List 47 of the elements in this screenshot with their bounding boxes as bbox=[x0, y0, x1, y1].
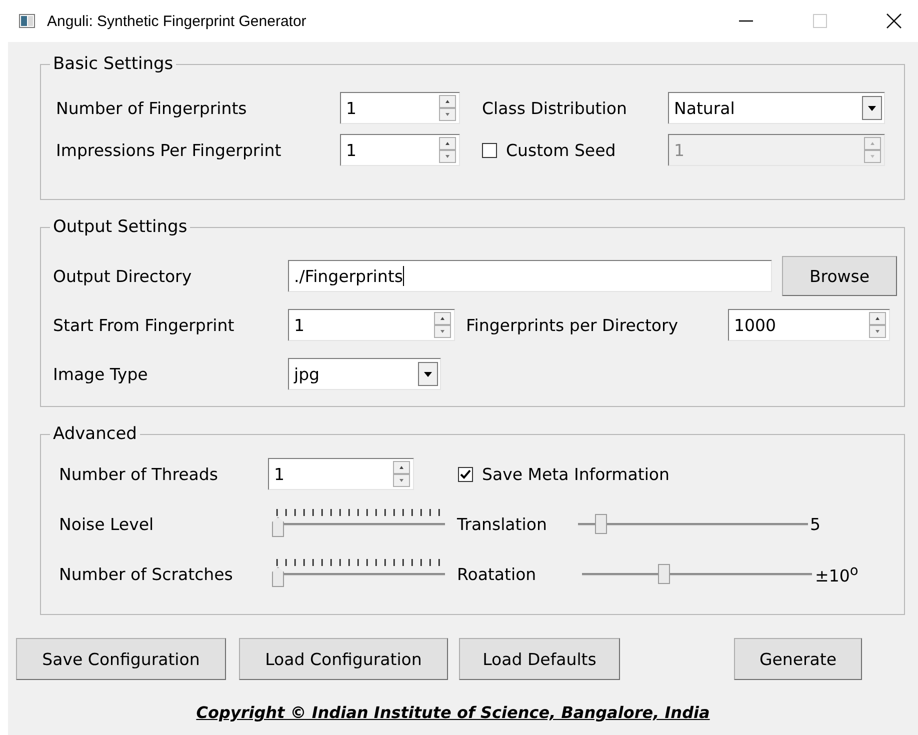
field-label: Fingerprints per Directory bbox=[466, 316, 680, 334]
window-title: Anguli: Synthetic Fingerprint Generator bbox=[47, 12, 306, 30]
checkbox-label[interactable]: Custom Seed bbox=[506, 140, 616, 160]
spin-box[interactable]: 1 bbox=[340, 92, 460, 124]
action-button[interactable]: Load Configuration bbox=[239, 638, 448, 680]
checkbox[interactable] bbox=[482, 142, 497, 158]
field-label: Roatation bbox=[457, 564, 538, 584]
slider-thumb[interactable] bbox=[272, 517, 284, 537]
field-label: Number of Fingerprints bbox=[56, 98, 248, 118]
spin-arrows-icon[interactable] bbox=[869, 312, 886, 338]
field-label: Number of Scratches bbox=[59, 564, 234, 584]
group-title: Basic Settings bbox=[52, 54, 174, 74]
slider-thumb[interactable] bbox=[595, 514, 608, 534]
field-label: Start From Fingerprint bbox=[53, 316, 236, 334]
browse-button[interactable]: Browse bbox=[782, 256, 897, 296]
action-button[interactable]: Generate bbox=[734, 638, 862, 680]
dropdown[interactable]: Natural bbox=[668, 92, 885, 124]
copyright-link[interactable]: Copyright © Indian Institute of Science, Bangalore, India bbox=[196, 703, 710, 722]
spin-arrows-icon[interactable] bbox=[439, 137, 456, 163]
spin-box[interactable]: 1000 bbox=[728, 309, 890, 341]
spin-arrows-icon[interactable] bbox=[434, 312, 451, 338]
group-title: Output Settings bbox=[52, 217, 188, 237]
spin-box[interactable]: 1 bbox=[288, 309, 455, 341]
group-title: Advanced bbox=[52, 424, 138, 444]
spin-arrows-icon[interactable] bbox=[393, 461, 410, 487]
field-label: Noise Level bbox=[59, 514, 155, 534]
field-label: Impressions Per Fingerprint bbox=[56, 140, 282, 160]
close-icon[interactable] bbox=[886, 13, 902, 29]
spin-box[interactable]: 1 bbox=[268, 458, 414, 490]
input-field[interactable]: ./Fingerprints bbox=[288, 260, 772, 292]
field-label: Translation bbox=[457, 514, 548, 534]
checkbox[interactable] bbox=[458, 466, 473, 482]
spin-box[interactable]: 1 bbox=[340, 134, 460, 166]
field-label: Number of Threads bbox=[59, 464, 219, 484]
field-label: 5 bbox=[810, 514, 822, 534]
spin-arrows-icon[interactable] bbox=[439, 95, 456, 121]
field-label: Output Directory bbox=[53, 266, 193, 286]
field-label: Image Type bbox=[53, 364, 149, 384]
slider-thumb[interactable] bbox=[658, 564, 670, 584]
action-button[interactable]: Load Defaults bbox=[459, 638, 620, 680]
field-label: ±10$^{o}$ bbox=[815, 562, 860, 586]
dropdown[interactable]: jpg bbox=[288, 358, 441, 390]
field-label: Class Distribution bbox=[482, 98, 628, 118]
checkbox-label[interactable]: Save Meta Information bbox=[482, 464, 670, 484]
app-icon bbox=[19, 14, 35, 28]
slider-thumb[interactable] bbox=[272, 567, 284, 587]
action-button[interactable]: Save Configuration bbox=[16, 638, 226, 680]
